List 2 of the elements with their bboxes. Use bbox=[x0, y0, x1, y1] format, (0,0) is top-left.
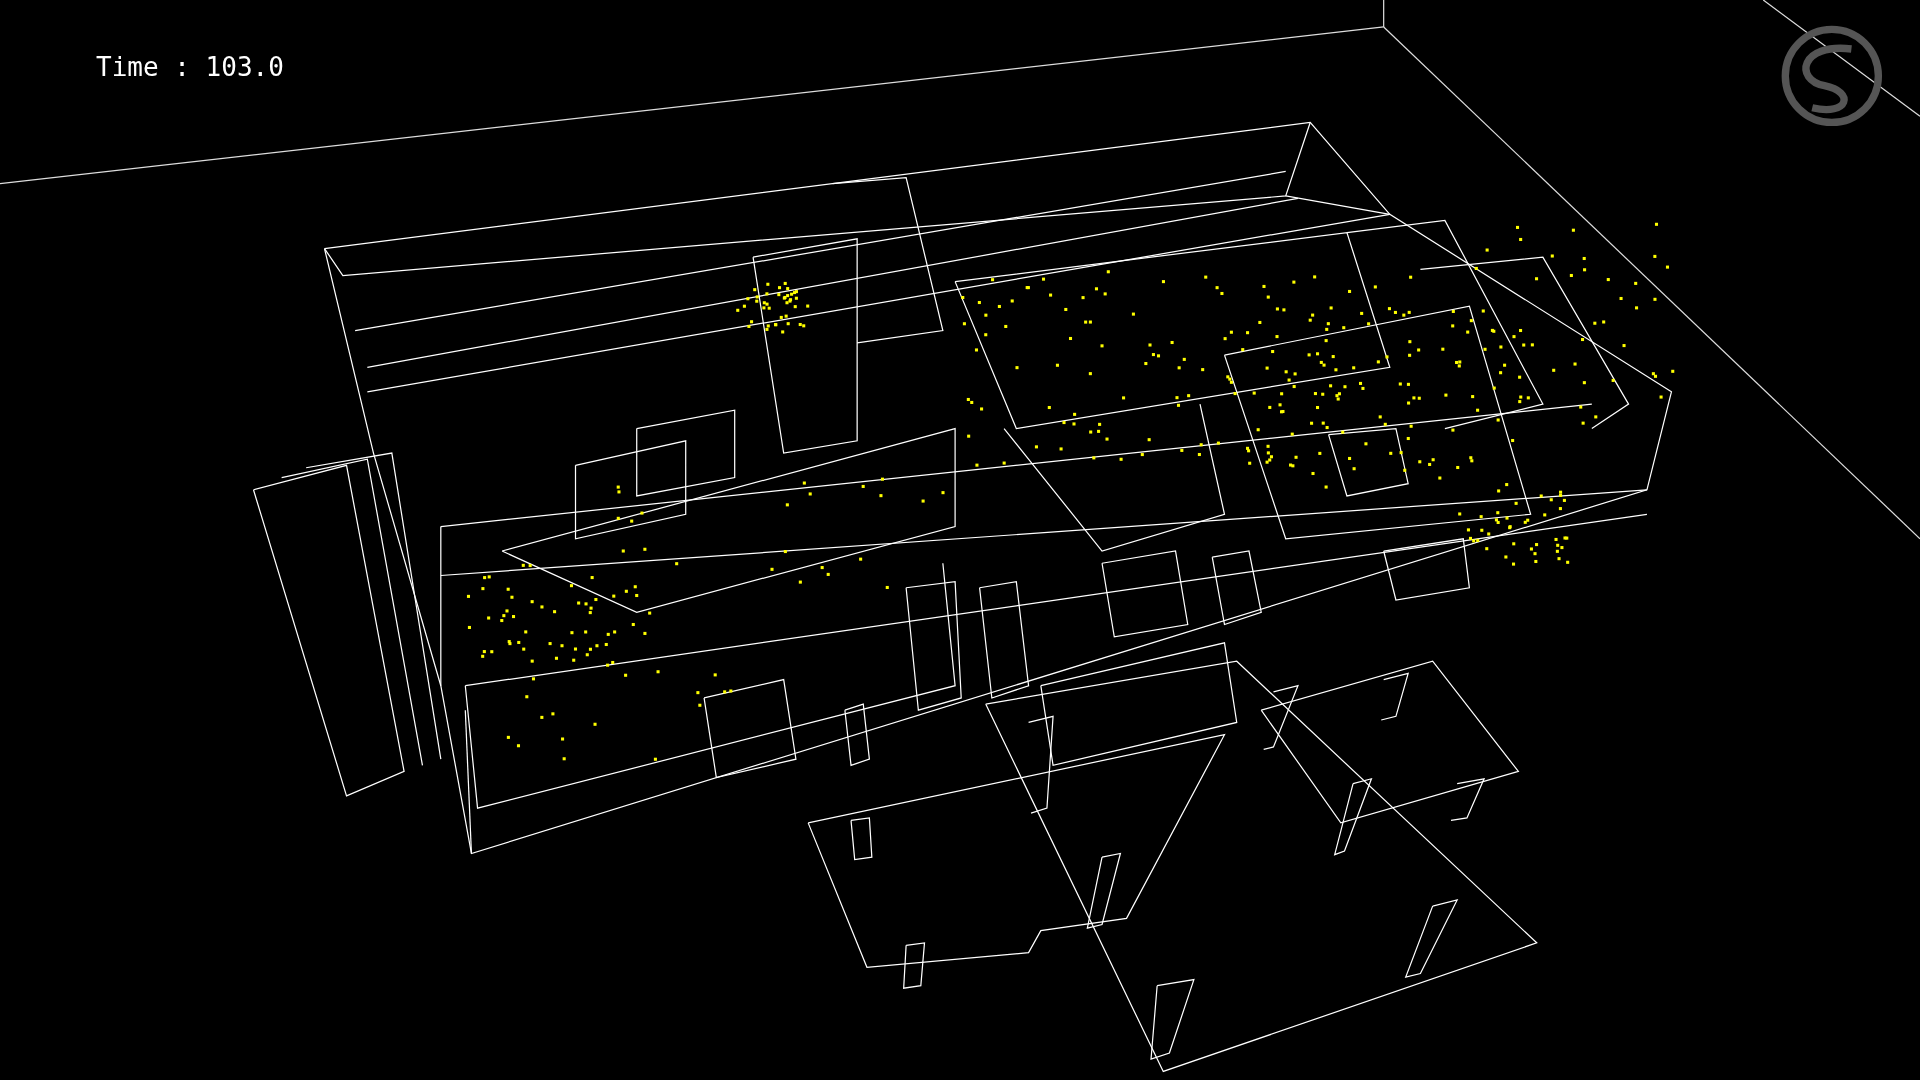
logo-icon bbox=[1781, 25, 1883, 127]
time-label: Time : 103.0 bbox=[96, 52, 284, 82]
